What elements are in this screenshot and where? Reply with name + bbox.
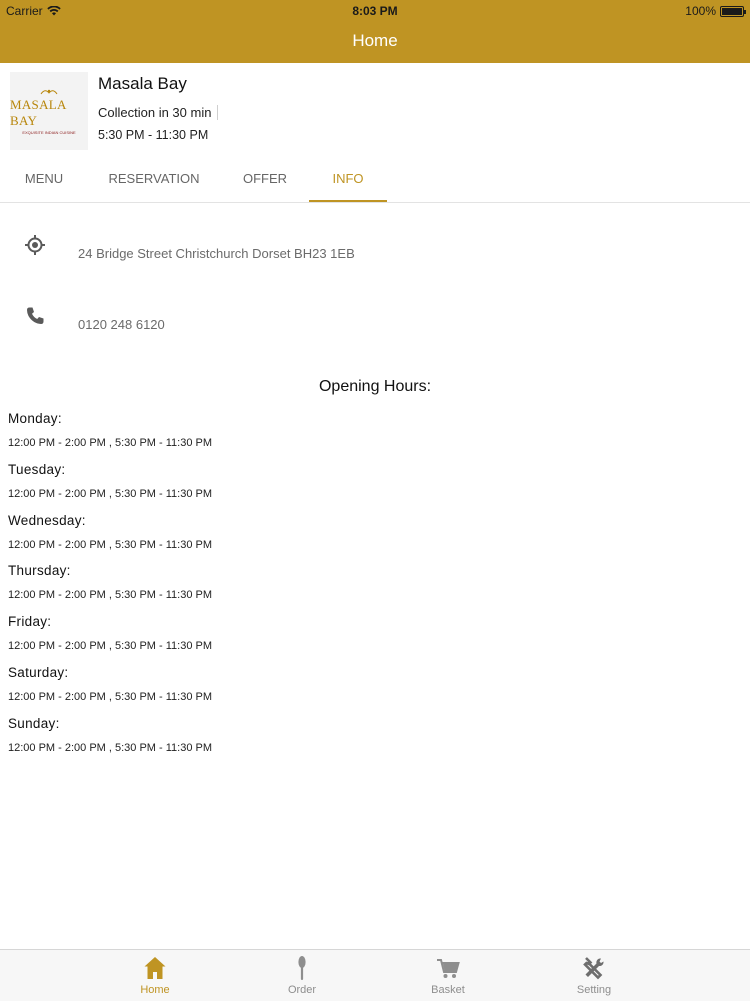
- tabbar-home[interactable]: Home: [105, 950, 205, 1001]
- day-name: Monday:: [8, 411, 62, 426]
- tabbar-setting-label: Setting: [576, 984, 612, 996]
- battery-percent: 100%: [685, 4, 716, 18]
- day-times: 12:00 PM - 2:00 PM , 5:30 PM - 11:30 PM: [8, 741, 212, 754]
- status-time: 8:03 PM: [352, 4, 398, 18]
- day-times: 12:00 PM - 2:00 PM , 5:30 PM - 11:30 PM: [8, 690, 212, 703]
- day-times: 12:00 PM - 2:00 PM , 5:30 PM - 11:30 PM: [8, 437, 212, 449]
- restaurant-hours: 5:30 PM - 11:30 PM: [98, 128, 209, 142]
- day-name: Sunday:: [8, 715, 60, 731]
- day-monday: Monday: 12:00 PM - 2:00 PM , 5:30 PM - 1…: [8, 411, 508, 462]
- day-friday: Friday: 12:00 PM - 2:00 PM , 5:30 PM - 1…: [8, 614, 508, 665]
- day-name: Friday:: [8, 614, 52, 630]
- phone-text: 0120 248 6120: [78, 317, 165, 332]
- day-name: Wednesday:: [8, 512, 86, 528]
- tab-menu[interactable]: MENU: [0, 160, 88, 200]
- location-target-icon: [25, 235, 45, 255]
- tabbar-order-label: Order: [287, 984, 317, 996]
- day-times: 12:00 PM - 2:00 PM , 5:30 PM - 11:30 PM: [8, 640, 212, 653]
- day-thursday: Thursday: 12:00 PM - 2:00 PM , 5:30 PM -…: [8, 563, 508, 614]
- address-row[interactable]: 24 Bridge Street Christchurch Dorset BH2…: [0, 232, 750, 272]
- day-name: Tuesday:: [8, 461, 66, 477]
- day-times: 12:00 PM - 2:00 PM , 5:30 PM - 11:30 PM: [8, 487, 212, 500]
- tools-icon: [583, 957, 604, 980]
- day-tuesday: Tuesday: 12:00 PM - 2:00 PM , 5:30 PM - …: [8, 462, 508, 513]
- battery-icon: [720, 5, 746, 17]
- status-bar: Carrier 8:03 PM 100%: [0, 0, 750, 22]
- page-title: Home: [352, 31, 398, 50]
- section-tabs: MENU RESERVATION OFFER INFO: [0, 160, 750, 203]
- restaurant-name: Masala Bay: [98, 74, 187, 93]
- day-name: Thursday:: [8, 563, 71, 579]
- phone-icon: [27, 307, 44, 324]
- day-saturday: Saturday: 12:00 PM - 2:00 PM , 5:30 PM -…: [8, 665, 508, 716]
- cart-icon: [437, 959, 460, 978]
- restaurant-logo: MASALA BAY EXQUISITE INDIAN CUISINE: [10, 72, 88, 150]
- opening-hours-title: Opening Hours:: [318, 378, 432, 395]
- collection-time: Collection in 30 min: [98, 105, 219, 120]
- tabbar-setting[interactable]: Setting: [544, 950, 644, 1001]
- opening-hours-list: Monday: 12:00 PM - 2:00 PM , 5:30 PM - 1…: [8, 411, 508, 767]
- restaurant-summary: MASALA BAY EXQUISITE INDIAN CUISINE Masa…: [0, 63, 750, 158]
- tabbar-home-label: Home: [140, 984, 170, 996]
- tabbar-basket-label: Basket: [431, 984, 465, 996]
- tab-reservation[interactable]: RESERVATION: [98, 160, 210, 200]
- phone-row[interactable]: 0120 248 6120: [0, 303, 750, 343]
- battery-indicator: 100%: [685, 4, 746, 18]
- logo-ornament-icon: [40, 89, 58, 94]
- tab-info[interactable]: INFO: [309, 160, 387, 202]
- logo-text: MASALA BAY: [10, 96, 66, 128]
- day-name: Saturday:: [8, 664, 69, 680]
- tabbar-basket[interactable]: Basket: [398, 950, 498, 1001]
- logo-subtext: EXQUISITE INDIAN CUISINE: [22, 129, 76, 135]
- bottom-tab-bar: Home Order Basket Setting: [0, 949, 750, 1001]
- address-text: 24 Bridge Street Christchurch Dorset BH2…: [78, 246, 355, 261]
- tab-offer[interactable]: OFFER: [225, 160, 305, 200]
- day-wednesday: Wednesday: 12:00 PM - 2:00 PM , 5:30 PM …: [8, 513, 508, 564]
- tabbar-order[interactable]: Order: [252, 950, 352, 1001]
- day-times: 12:00 PM - 2:00 PM , 5:30 PM - 11:30 PM: [8, 538, 212, 551]
- day-times: 12:00 PM - 2:00 PM , 5:30 PM - 11:30 PM: [8, 589, 212, 602]
- app-header: Carrier 8:03 PM 100% Home: [0, 0, 750, 63]
- day-sunday: Sunday: 12:00 PM - 2:00 PM , 5:30 PM - 1…: [8, 716, 508, 767]
- home-icon: [144, 957, 166, 979]
- spoon-icon: [298, 956, 306, 980]
